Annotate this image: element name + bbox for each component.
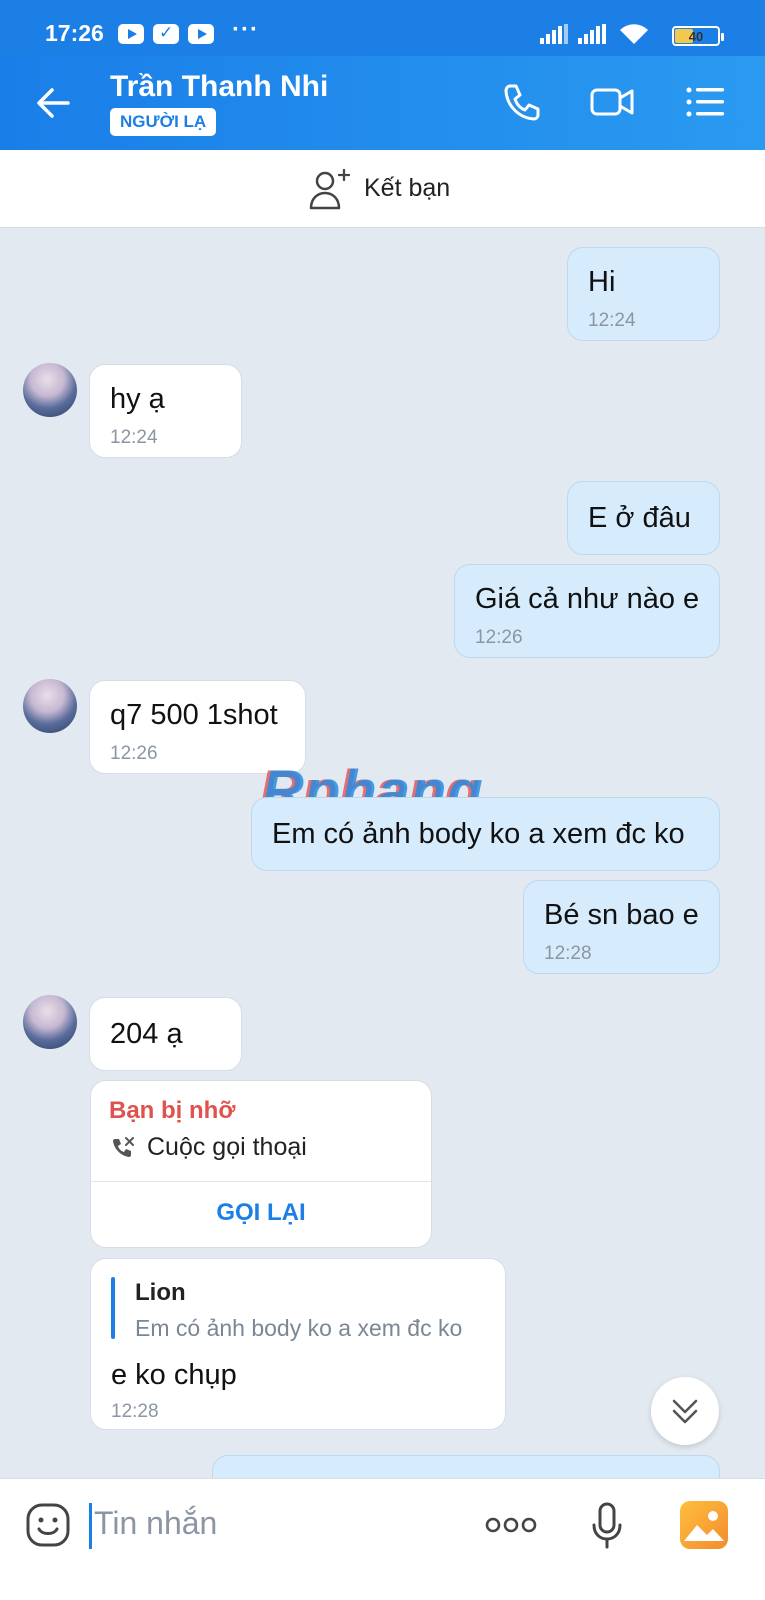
missed-call-card: Bạn bị nhỡ Cuộc gọi thoại GỌI LẠI	[90, 1080, 432, 1248]
quote-bar	[111, 1277, 115, 1339]
status-time: 17:26	[45, 20, 104, 46]
add-friend-label: Kết bạn	[364, 174, 451, 202]
scroll-to-bottom-button[interactable]	[651, 1377, 719, 1445]
double-chevron-down-icon	[672, 1399, 698, 1424]
more-dots-icon: ···	[232, 16, 259, 43]
gallery-icon[interactable]	[680, 1501, 728, 1549]
message-input[interactable]: Tin nhắn	[94, 1505, 217, 1542]
message-text: q7 500 1shot	[110, 699, 278, 731]
message-text: 204 ạ	[110, 1018, 183, 1050]
message-time: 12:26	[110, 743, 158, 764]
message-bubble-incoming[interactable]: 204 ạ	[89, 997, 242, 1071]
avatar[interactable]	[23, 363, 77, 417]
signal-icon	[578, 24, 608, 44]
message-time: 12:28	[111, 1401, 159, 1422]
message-text: Hi	[588, 266, 616, 298]
message-text: Giá cả như nào e	[475, 583, 700, 615]
message-bubble-outgoing[interactable]: Em có ảnh body ko a xem đc ko	[251, 797, 720, 871]
avatar[interactable]	[23, 679, 77, 733]
video-call-icon[interactable]	[588, 78, 636, 126]
quoted-reply-bubble[interactable]: Lion Em có ảnh body ko a xem đc ko e ko …	[90, 1258, 506, 1430]
message-text: Bé sn bao e	[544, 899, 699, 931]
missed-call-desc: Cuộc gọi thoại	[147, 1133, 307, 1161]
battery-level: 40	[688, 29, 704, 44]
call-back-button[interactable]: GỌI LẠI	[91, 1199, 431, 1227]
message-bubble-outgoing[interactable]: Hi 12:24	[567, 247, 720, 341]
missed-call-title: Bạn bị nhỡ	[109, 1097, 236, 1124]
signal-icon	[540, 24, 570, 44]
add-friend-icon	[309, 168, 351, 210]
message-time: 12:24	[588, 310, 636, 331]
youtube-icon	[188, 24, 214, 44]
quote-author: Lion	[135, 1279, 186, 1306]
missed-call-icon	[113, 1137, 134, 1157]
quote-text: Em có ảnh body ko a xem đc ko	[135, 1315, 463, 1341]
chat-header: Trần Thanh Nhi NGƯỜI LẠ	[0, 56, 765, 150]
battery-icon: 40	[672, 26, 724, 46]
more-options-icon[interactable]	[485, 1509, 537, 1541]
message-text: e ko chụp	[111, 1359, 237, 1391]
message-bubble-outgoing[interactable]: Bé sn bao e 12:28	[523, 880, 720, 974]
youtube-icon	[118, 24, 144, 44]
wifi-icon	[620, 24, 648, 44]
message-bubble-outgoing[interactable]: E ở đâu	[567, 481, 720, 555]
menu-icon[interactable]	[682, 78, 730, 126]
back-arrow-icon[interactable]	[30, 80, 76, 126]
message-text: Em có ảnh body ko a xem đc ko	[272, 818, 685, 850]
message-bubble-outgoing[interactable]: Giá cả như nào e 12:26	[454, 564, 720, 658]
emoji-icon[interactable]	[24, 1501, 72, 1549]
text-cursor	[89, 1503, 92, 1549]
message-time: 12:26	[475, 627, 523, 648]
avatar[interactable]	[23, 995, 77, 1049]
add-friend-bar[interactable]: Kết bạn	[0, 150, 765, 228]
status-bar: 17:26 ··· 40	[0, 0, 765, 56]
stranger-badge: NGƯỜI LẠ	[110, 108, 217, 136]
input-bar: Tin nhắn	[0, 1478, 765, 1600]
divider	[91, 1181, 431, 1182]
message-bubble-incoming[interactable]: hy ạ 12:24	[89, 364, 242, 458]
phone-icon[interactable]	[498, 78, 546, 126]
image-icon	[684, 1511, 724, 1541]
message-time: 12:24	[110, 427, 158, 448]
message-text: hy ạ	[110, 383, 165, 415]
message-text: E ở đâu	[588, 502, 691, 534]
app-check-icon	[153, 23, 179, 44]
contact-name[interactable]: Trần Thanh Nhi	[110, 70, 328, 104]
microphone-icon[interactable]	[590, 1501, 624, 1551]
message-time: 12:28	[544, 943, 592, 964]
